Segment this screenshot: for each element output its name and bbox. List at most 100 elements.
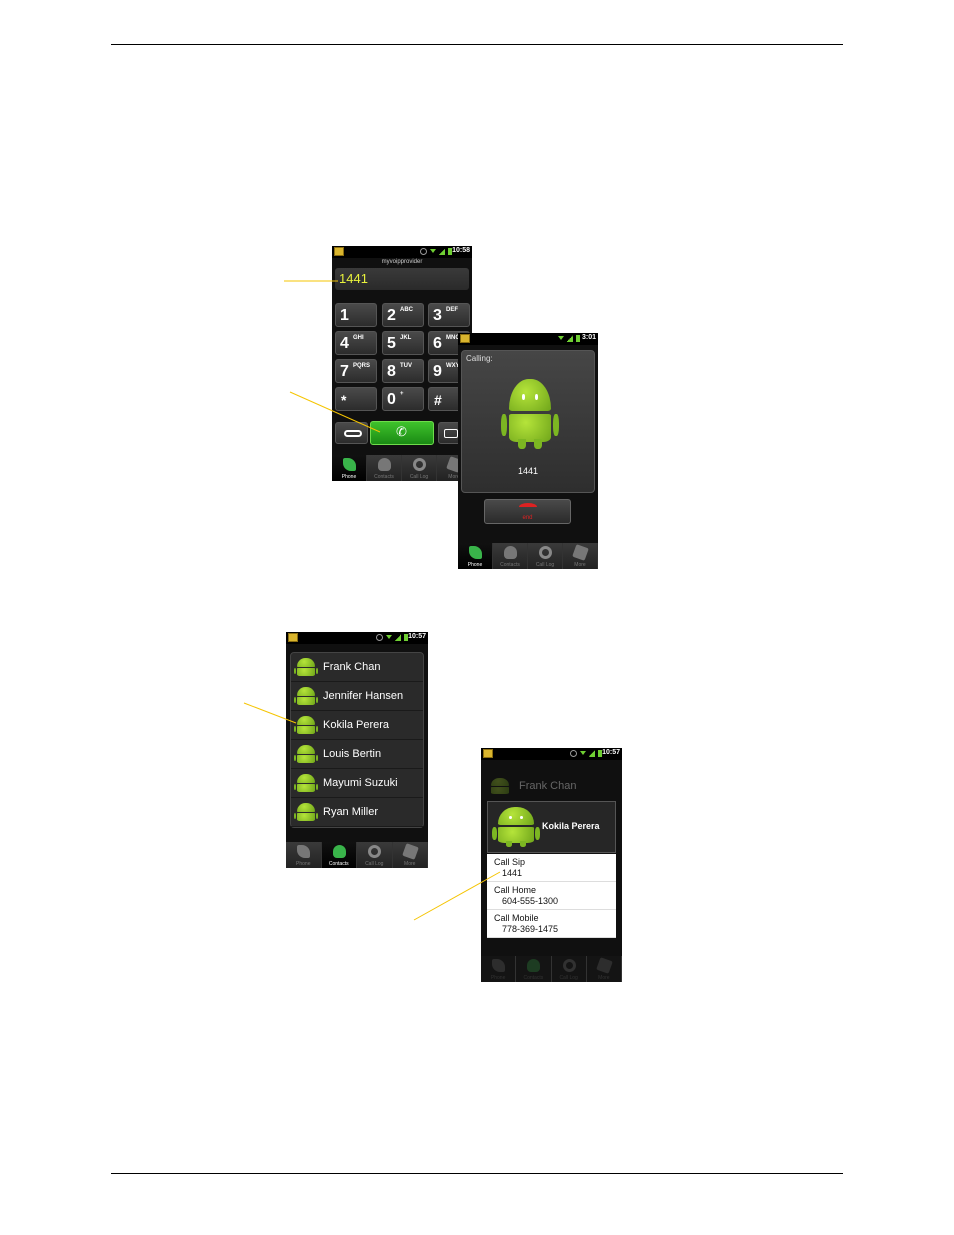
call-option-number: 1441 <box>502 868 523 878</box>
sync-icon <box>376 634 383 641</box>
key-digit: 2 <box>387 307 396 324</box>
android-avatar <box>491 807 541 847</box>
tab-label: More <box>404 861 416 867</box>
contact-name: Frank Chan <box>323 661 381 673</box>
call-option-label: Call Mobile <box>494 913 539 923</box>
key-digit: # <box>434 392 442 408</box>
call-button[interactable]: ✆ <box>370 421 434 445</box>
android-avatar <box>293 687 319 707</box>
status-icons <box>376 634 408 641</box>
contacts-icon <box>527 959 541 972</box>
contact-row[interactable]: Frank Chan <box>291 653 423 682</box>
contact-row[interactable]: Louis Bertin <box>291 740 423 769</box>
key-digit: 1 <box>340 307 349 324</box>
contact-row[interactable]: Ryan Miller <box>291 798 423 827</box>
tab-label: More <box>574 562 586 568</box>
tab-bar: Phone Contacts Call Log More <box>481 956 622 982</box>
tab-contacts[interactable]: Contacts <box>321 842 357 868</box>
android-avatar <box>501 379 559 449</box>
tab-phone[interactable]: Phone <box>458 543 493 569</box>
wifi-icon <box>580 751 586 755</box>
calling-panel: Calling: 1441 <box>461 350 595 493</box>
key-button[interactable]: 2 ABC <box>382 303 424 327</box>
key-digit: 3 <box>433 307 442 324</box>
android-avatar <box>293 803 319 823</box>
call-option-row[interactable]: Call Sip 1441 <box>487 854 616 882</box>
calling-label: Calling: <box>466 354 493 363</box>
status-clock: 10:58 <box>452 247 470 254</box>
call-option-row[interactable]: Call Mobile 778-369-1475 <box>487 910 616 938</box>
signal-icon <box>439 248 445 255</box>
background-contact-name: Frank Chan <box>519 780 577 792</box>
contact-row[interactable]: Jennifer Hansen <box>291 682 423 711</box>
tab-more[interactable]: More <box>563 543 598 569</box>
tab-label: Phone <box>296 861 311 867</box>
key-digit: 8 <box>387 363 396 380</box>
tab-label: Phone <box>467 562 483 568</box>
call-log-icon <box>539 546 552 559</box>
app-notification-icon <box>483 749 493 758</box>
status-bar: 10:57 <box>286 632 428 644</box>
tab-call-log[interactable]: Call Log <box>528 543 563 569</box>
call-log-icon <box>368 845 382 858</box>
footer-rule <box>111 1173 843 1174</box>
tab-label: Call Log <box>559 975 578 981</box>
key-button[interactable]: 1 <box>335 303 377 327</box>
key-button[interactable]: 4 GHI <box>335 331 377 355</box>
tab-label: More <box>598 975 610 981</box>
key-letters: DEF <box>446 307 458 313</box>
key-button[interactable]: 7 PQRS <box>335 359 377 383</box>
more-icon <box>401 843 419 860</box>
tab-call-log[interactable]: Call Log <box>357 842 393 868</box>
status-bar: 10:58 <box>332 246 472 258</box>
phone-handset-icon: ✆ <box>396 425 407 440</box>
key-button[interactable]: 3 DEF <box>428 303 470 327</box>
dialog-header: Kokila Perera <box>487 801 616 853</box>
background-contact-row: Frank Chan <box>487 776 615 798</box>
contact-name: Jennifer Hansen <box>323 690 404 702</box>
sync-icon <box>570 750 577 757</box>
phone-icon <box>297 845 311 858</box>
end-call-button[interactable]: end <box>484 499 571 524</box>
signal-icon <box>589 750 595 757</box>
tab-contacts[interactable]: Contacts <box>493 543 528 569</box>
contact-row[interactable]: Mayumi Suzuki <box>291 769 423 798</box>
key-button[interactable]: 8 TUV <box>382 359 424 383</box>
key-button[interactable]: 0 + <box>382 387 424 411</box>
call-log-icon <box>413 458 426 471</box>
android-avatar <box>293 658 319 678</box>
call-option-number: 778-369-1475 <box>502 924 559 934</box>
call-option-row[interactable]: Call Home 604-555-1300 <box>487 882 616 910</box>
number-field[interactable]: 1441 <box>335 268 469 290</box>
backspace-icon <box>444 429 458 438</box>
call-log-icon <box>562 959 576 972</box>
tab-phone[interactable]: Phone <box>286 842 322 868</box>
key-button[interactable]: * <box>335 387 377 411</box>
status-bar: 10:57 <box>481 748 622 760</box>
dialog-title: Kokila Perera <box>542 821 600 831</box>
status-icons <box>558 335 580 342</box>
tab-label: Phone <box>341 474 357 480</box>
key-digit: 0 <box>387 391 396 408</box>
key-button[interactable]: 5 JKL <box>382 331 424 355</box>
tab-call-log[interactable]: Call Log <box>402 455 437 481</box>
contact-name: Kokila Perera <box>323 719 390 731</box>
android-avatar <box>491 778 509 796</box>
tab-phone[interactable]: Phone <box>332 455 367 481</box>
key-digit: * <box>341 392 347 408</box>
wifi-icon <box>430 249 436 253</box>
key-digit: 7 <box>340 363 349 380</box>
voicemail-button[interactable] <box>335 422 368 444</box>
tab-contacts: Contacts <box>516 956 552 982</box>
more-icon <box>596 957 613 974</box>
tab-bar: Phone Contacts Call Log More <box>286 842 428 868</box>
call-option-number: 604-555-1300 <box>502 896 559 906</box>
tab-label: Contacts <box>374 474 394 480</box>
tab-bar: Phone Contacts Call Log More <box>332 455 472 481</box>
contact-row[interactable]: Kokila Perera <box>291 711 423 740</box>
key-digit: 9 <box>433 363 442 380</box>
tab-more[interactable]: More <box>392 842 428 868</box>
status-clock: 10:57 <box>408 633 426 640</box>
status-bar: 3:01 <box>458 333 598 345</box>
tab-contacts[interactable]: Contacts <box>367 455 402 481</box>
